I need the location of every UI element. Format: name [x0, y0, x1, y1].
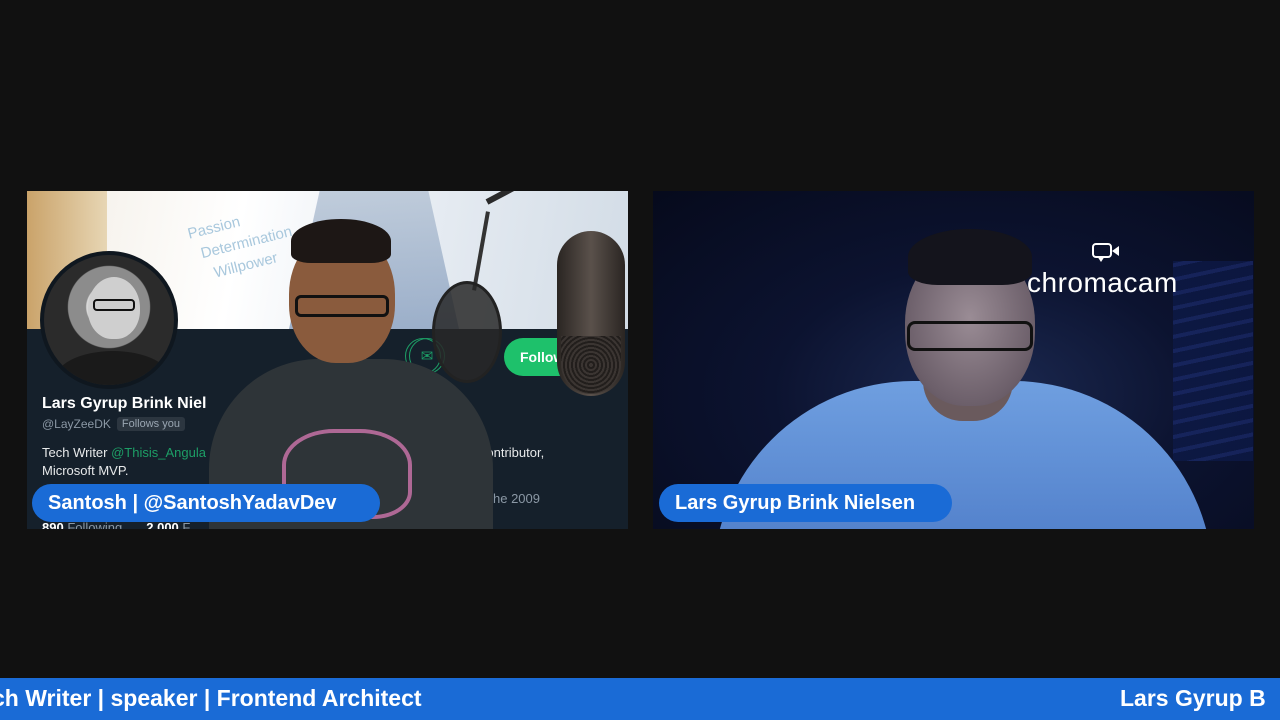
profile-handle: @LayZeeDK — [42, 417, 111, 431]
profile-joined-date: he 2009 — [493, 491, 540, 506]
lower-third-ticker: ch Writer | speaker | Frontend Architect… — [0, 678, 1280, 720]
profile-bio-line2: Microsoft MVP. — [42, 463, 129, 478]
person-santosh-glasses — [295, 295, 389, 317]
profile-name: Lars Gyrup Brink Niel — [42, 395, 207, 412]
ticker-text-segment: Lars Gyrup B — [1120, 685, 1266, 711]
pop-filter — [432, 281, 502, 383]
profile-bio-line1: Tech Writer @Thisis_Angula — [42, 445, 206, 460]
camera-lens-shape — [1111, 246, 1119, 256]
person-lars-hair — [908, 229, 1032, 285]
follows-you-badge: Follows you — [116, 417, 185, 431]
name-tag-santosh: Santosh | @SantoshYadavDev — [32, 484, 380, 522]
microphone-mesh — [561, 336, 621, 394]
avatar-shoulders — [54, 351, 172, 385]
person-santosh-hair — [291, 219, 391, 263]
person-lars-glasses — [907, 321, 1033, 351]
video-tile-lars[interactable]: chromacam — [653, 191, 1254, 529]
bio-mention-link[interactable]: @Thisis_Angula — [111, 445, 206, 460]
background-screen — [1173, 261, 1253, 461]
name-tag-lars: Lars Gyrup Brink Nielsen — [659, 484, 952, 522]
profile-handle-row: @LayZeeDK Follows you — [42, 417, 185, 431]
video-tile-santosh[interactable]: Passion Determination Willpower ✉ Follow… — [27, 191, 628, 529]
chromacam-wordmark: chromacam — [1027, 267, 1178, 298]
avatar-glasses — [93, 299, 135, 311]
chat-bubble-shape — [1091, 243, 1112, 262]
message-icon-glyph: ✉ — [420, 348, 434, 365]
chromacam-icon — [1091, 243, 1120, 265]
profile-avatar — [40, 251, 178, 389]
bio-prefix: Tech Writer — [42, 445, 112, 460]
banner-slide-words: Passion Determination Willpower — [186, 200, 300, 289]
chromacam-logo: chromacam — [1027, 243, 1178, 299]
ticker-text-segment: ch Writer | speaker | Frontend Architect — [0, 685, 422, 711]
